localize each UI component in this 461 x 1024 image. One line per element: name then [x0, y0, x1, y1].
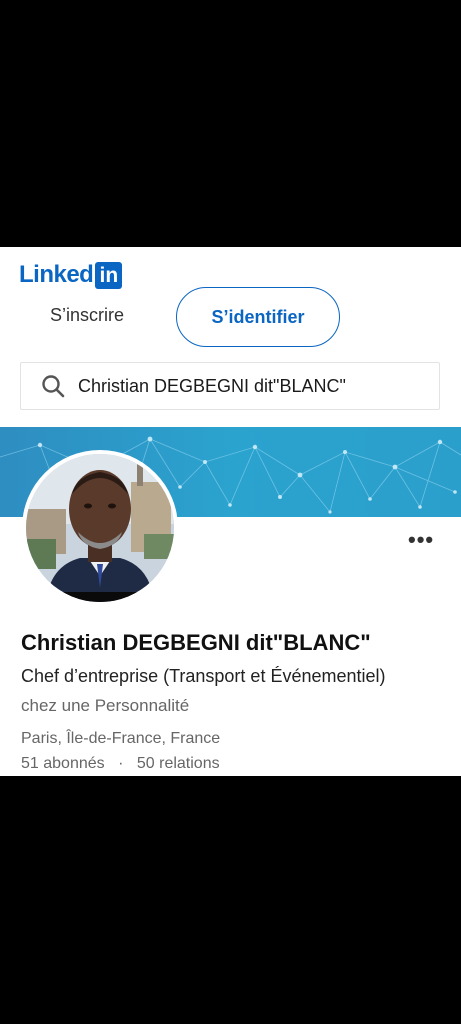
avatar[interactable]	[22, 450, 178, 606]
profile-name: Christian DEGBEGNI dit"BLANC"	[21, 630, 371, 655]
signup-button[interactable]: S’inscrire	[50, 305, 124, 326]
logo-text: Linked	[19, 261, 94, 288]
connections-count[interactable]: 50 relations	[137, 755, 220, 772]
search-bar[interactable]: Christian DEGBEGNI dit"BLANC"	[20, 362, 440, 410]
profile-stats: 51 abonnés · 50 relations	[21, 755, 220, 773]
search-icon	[42, 375, 65, 398]
stats-separator: ·	[118, 755, 124, 772]
linkedin-public-profile: Linked in S’inscrire S’identifier Christ…	[0, 247, 461, 776]
profile-photo	[26, 454, 174, 602]
linkedin-logo[interactable]: Linked in	[19, 260, 123, 290]
signin-button[interactable]: S’identifier	[176, 287, 340, 347]
logo-in-box: in	[95, 261, 123, 289]
search-input[interactable]: Christian DEGBEGNI dit"BLANC"	[78, 376, 346, 397]
profile-headline: Chef d’entreprise (Transport et Événemen…	[21, 666, 386, 686]
profile-location: Paris, Île-de-France, France	[21, 730, 221, 747]
profile-company: chez une Personnalité	[21, 696, 190, 715]
followers-count[interactable]: 51 abonnés	[21, 755, 105, 772]
more-options-icon[interactable]: •••	[408, 529, 434, 551]
